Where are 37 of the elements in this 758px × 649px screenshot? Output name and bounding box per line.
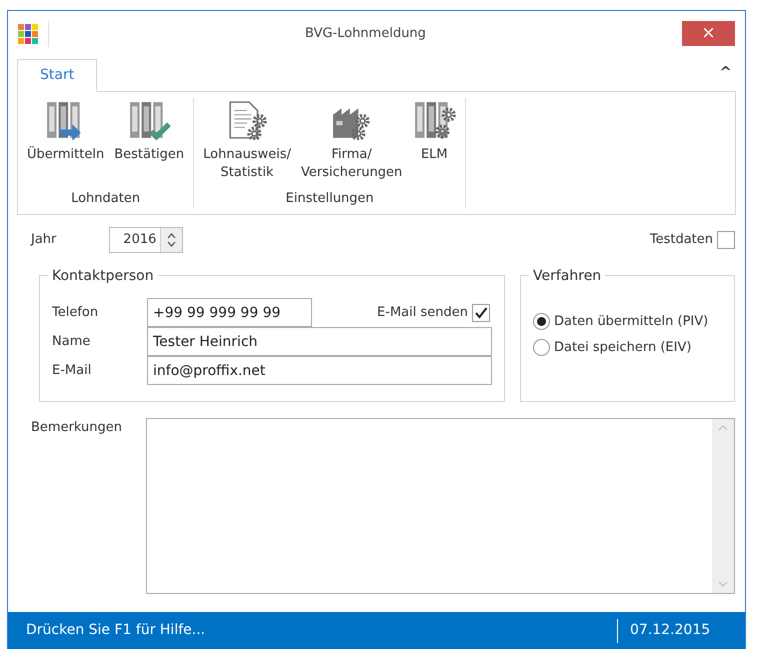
confirm-icon bbox=[127, 100, 172, 140]
ribbon-button[interactable]: Lohnausweis/ Statistik bbox=[198, 98, 296, 188]
ribbon-button[interactable]: Übermitteln bbox=[22, 98, 110, 188]
binders-gear-icon bbox=[412, 100, 456, 140]
field-label: E-Mail bbox=[52, 362, 92, 380]
scroll-up-icon[interactable] bbox=[718, 425, 728, 431]
app-logo-icon bbox=[18, 24, 38, 44]
status-help-text: Drücken Sie F1 für Hilfe... bbox=[26, 621, 206, 640]
scrollbar[interactable] bbox=[712, 419, 734, 593]
testdaten-label: Testdaten bbox=[650, 232, 713, 248]
ribbon-button[interactable]: Bestätigen bbox=[109, 98, 190, 188]
group-label: Lohndaten bbox=[70, 190, 142, 208]
radio-option[interactable]: Datei speichern (EIV) bbox=[533, 338, 692, 357]
radio-option[interactable]: Daten übermitteln (PIV) bbox=[533, 312, 708, 332]
ribbon-tab[interactable]: Start bbox=[17, 59, 98, 92]
input-field[interactable]: Tester Heinrich bbox=[147, 327, 492, 356]
window-title: BVG-Lohnmeldung bbox=[304, 24, 427, 43]
field-label: Name bbox=[52, 332, 92, 351]
checkbox[interactable] bbox=[472, 304, 490, 322]
check-icon bbox=[474, 306, 488, 320]
input-field[interactable]: info@proffix.net bbox=[147, 356, 492, 385]
input-field[interactable]: +99 99 999 99 99 bbox=[147, 298, 312, 327]
remarks-field[interactable] bbox=[146, 418, 735, 594]
checkbox[interactable] bbox=[717, 230, 735, 249]
year-label: Jahr bbox=[31, 231, 56, 250]
ribbon-button[interactable]: ELM bbox=[407, 98, 462, 188]
status-date: 07.12.2015 bbox=[617, 618, 727, 642]
year-spinner[interactable]: 2016 bbox=[109, 227, 184, 253]
spin-arrows-icon bbox=[167, 232, 176, 248]
collapse-button[interactable]: ^ bbox=[715, 60, 736, 83]
scroll-down-icon[interactable] bbox=[718, 581, 728, 587]
field-label: Telefon bbox=[52, 304, 100, 322]
ribbon-button[interactable]: Firma/ Versicherungen bbox=[296, 98, 408, 188]
group-label: Einstellungen bbox=[284, 190, 375, 208]
remarks-label: Bemerkungen bbox=[31, 419, 124, 437]
email-send-label: E-Mail senden bbox=[377, 304, 468, 322]
close-button[interactable]: × bbox=[682, 21, 735, 46]
